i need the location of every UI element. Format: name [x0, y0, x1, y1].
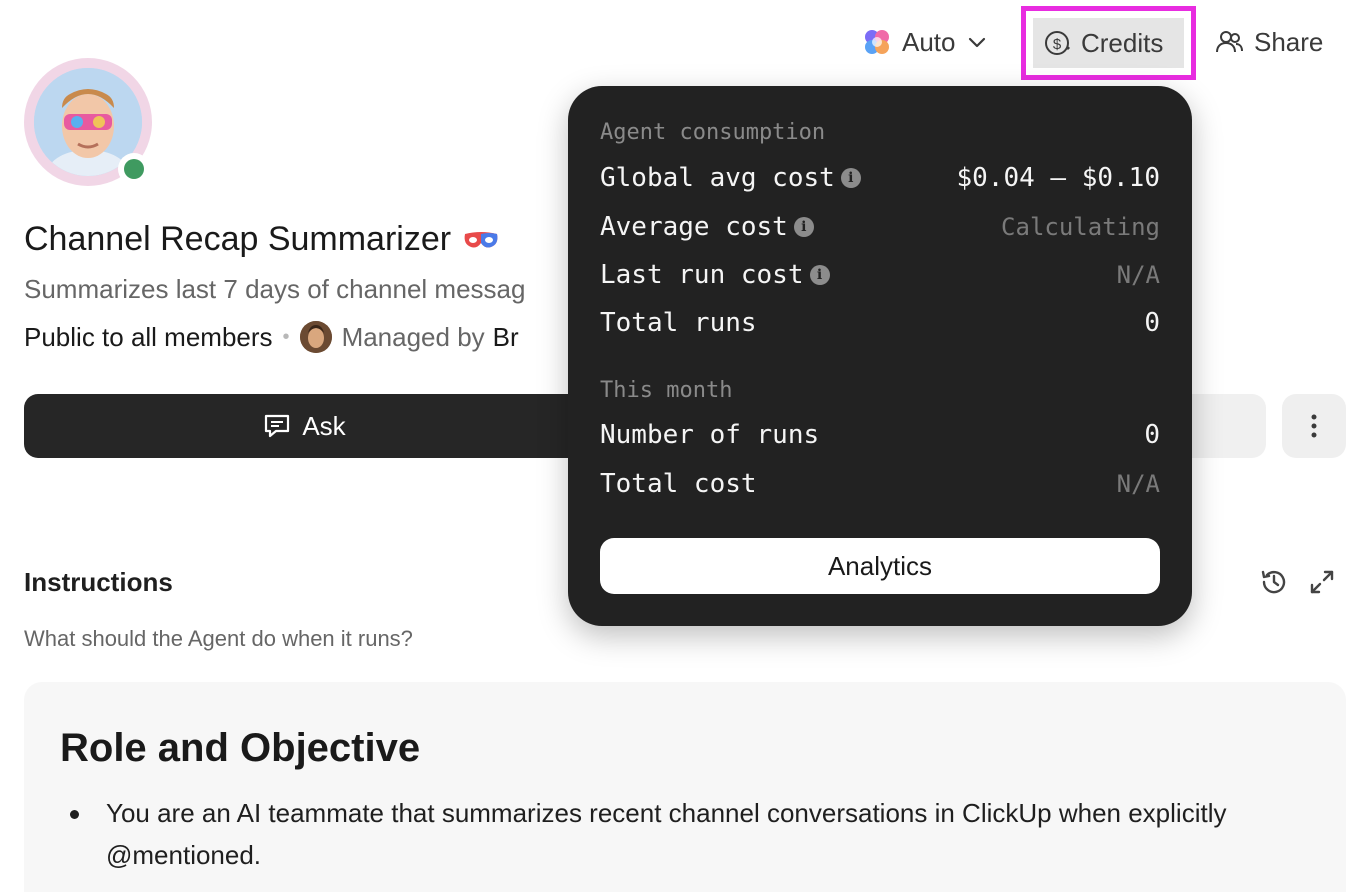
users-icon — [1216, 31, 1243, 53]
agent-description: Summarizes last 7 days of channel messag — [24, 274, 526, 304]
visibility-label: Public to all members — [24, 321, 273, 352]
expand-icon[interactable] — [1308, 568, 1336, 596]
credits-highlight: $ Credits — [1021, 6, 1196, 80]
svg-text:$: $ — [1053, 36, 1062, 53]
instructions-editor[interactable]: Role and Objective You are an AI teammat… — [24, 682, 1346, 892]
manager-name[interactable]: Br — [493, 322, 519, 353]
doc-heading: Role and Objective — [60, 726, 421, 770]
top-bar: Auto $ Credits Share — [0, 0, 1358, 86]
section-label-month: This month — [600, 378, 733, 403]
agent-title: Channel Recap Summarizer — [24, 220, 499, 259]
list-item-text: You are an AI teammate that summarizes r… — [106, 798, 1227, 870]
row-value: 0 — [1144, 308, 1160, 338]
more-options-button[interactable] — [1282, 394, 1346, 458]
secondary-action-button[interactable] — [1180, 394, 1266, 458]
row-value: N/A — [1116, 261, 1160, 289]
section-label-consumption: Agent consumption — [600, 120, 826, 145]
agent-meta: Public to all members • Managed by Br — [24, 321, 519, 353]
analytics-button[interactable]: Analytics — [600, 538, 1160, 594]
instructions-help-text: What should the Agent do when it runs? — [24, 626, 413, 651]
row-label: Last run cost — [600, 260, 804, 290]
row-label: Average cost — [600, 212, 788, 242]
instructions-heading: Instructions — [24, 567, 173, 597]
model-selector-button[interactable]: Auto — [862, 18, 988, 66]
row-label: Global avg cost — [600, 163, 835, 193]
chevron-down-icon — [968, 37, 985, 48]
row-total-runs: Total runs 0 — [600, 303, 1160, 343]
share-label: Share — [1254, 26, 1324, 57]
info-icon[interactable]: i — [809, 265, 830, 285]
row-total-cost: Total cost N/A — [600, 464, 1160, 504]
row-label: Total cost — [600, 469, 757, 499]
agent-mask-icon — [464, 231, 498, 247]
row-average-cost: Average cost i Calculating — [600, 207, 1160, 247]
row-value: Calculating — [1001, 213, 1160, 241]
history-icon[interactable] — [1258, 566, 1290, 598]
row-label: Number of runs — [600, 420, 820, 450]
share-button[interactable]: Share — [1214, 18, 1323, 66]
row-value: N/A — [1116, 470, 1160, 498]
ask-button[interactable]: Ask — [24, 394, 584, 458]
row-value: 0 — [1144, 420, 1160, 450]
chat-bubble-icon — [265, 414, 290, 438]
agent-name: Channel Recap Summarizer — [24, 220, 452, 258]
managed-by-prefix: Managed by — [341, 321, 485, 352]
row-label: Total runs — [600, 308, 757, 338]
row-number-of-runs: Number of runs 0 — [600, 415, 1160, 455]
bullet-dot — [70, 810, 79, 819]
separator-dot: • — [282, 325, 290, 348]
ask-label: Ask — [302, 410, 346, 441]
credits-label: Credits — [1081, 27, 1164, 58]
vertical-dots-icon — [1311, 414, 1317, 438]
row-last-run-cost: Last run cost i N/A — [600, 255, 1160, 295]
info-icon[interactable]: i — [840, 168, 861, 188]
dollar-coin-icon: $ — [1045, 31, 1070, 55]
online-status-indicator — [118, 153, 150, 185]
manager-avatar — [299, 321, 332, 353]
credits-popover: Agent consumption Global avg cost i $0.0… — [568, 86, 1192, 626]
row-global-avg-cost: Global avg cost i $0.04 – $0.10 — [600, 158, 1160, 198]
sparkle-brain-icon — [865, 30, 889, 54]
info-icon[interactable]: i — [793, 217, 814, 237]
row-value: $0.04 – $0.10 — [956, 163, 1161, 193]
model-label: Auto — [902, 26, 956, 57]
credits-button[interactable]: $ Credits — [1033, 18, 1184, 68]
